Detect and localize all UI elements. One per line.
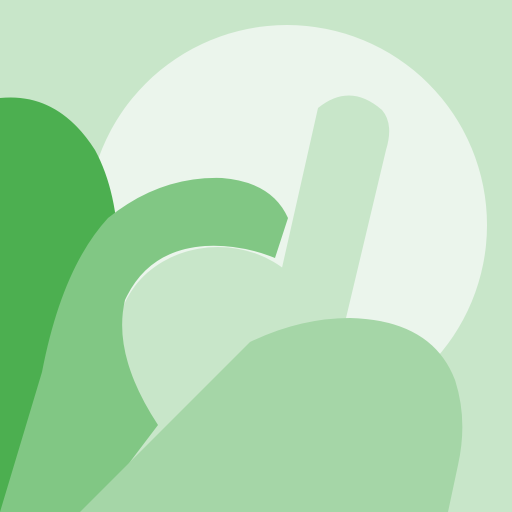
artwork-canvas (0, 0, 512, 512)
abstract-green-letter-d-icon (0, 0, 512, 512)
